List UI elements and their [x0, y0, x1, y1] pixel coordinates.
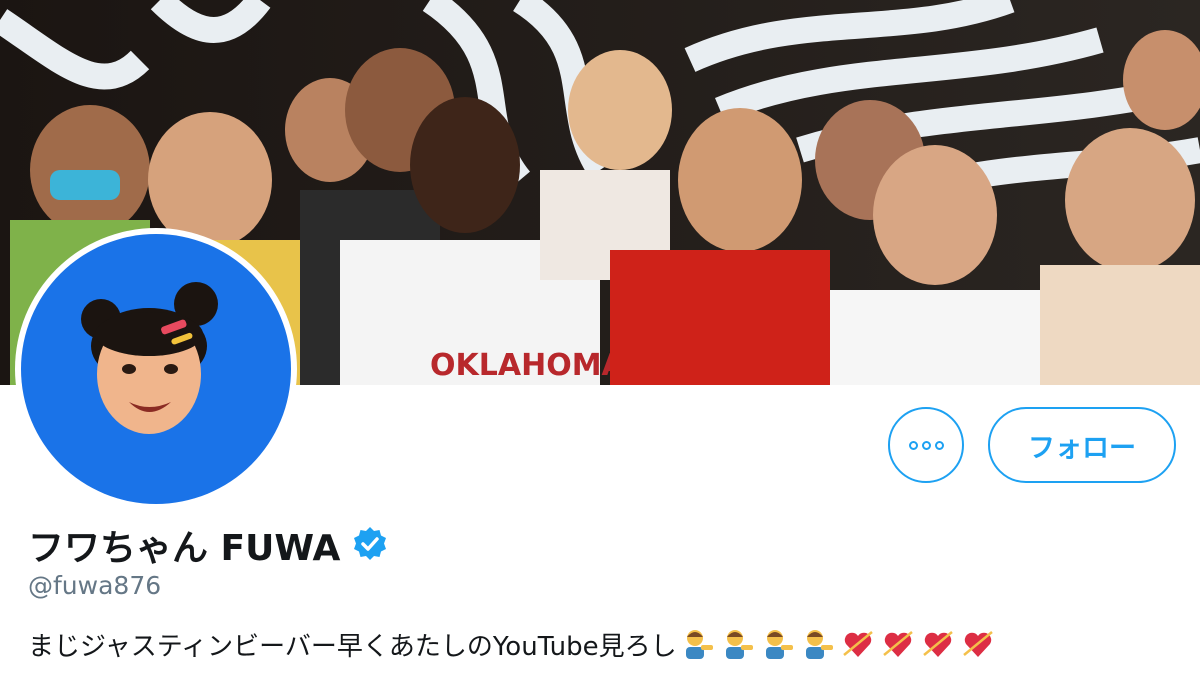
avatar-photo	[21, 234, 291, 504]
bio-emojis	[681, 627, 1001, 661]
svg-text:OKLAHOMA: OKLAHOMA	[430, 348, 626, 383]
bio-text: まじジャスティンビーバー早くあたしのYouTube見ろし	[28, 631, 677, 662]
more-options-icon	[907, 440, 946, 450]
verified-badge-icon	[354, 527, 387, 560]
person-tipping-hand-icon	[725, 630, 753, 659]
profile-name-row: フワちゃん FUWA	[28, 520, 390, 570]
person-tipping-hand-icon	[685, 630, 713, 659]
follow-button[interactable]: フォロー	[988, 407, 1176, 483]
person-tipping-hand-icon	[765, 630, 793, 659]
person-tipping-hand-icon	[805, 630, 833, 659]
heart-with-arrow-icon	[922, 631, 953, 657]
profile-avatar[interactable]	[15, 228, 297, 510]
display-name: フワちゃん FUWA	[28, 528, 341, 569]
more-options-button[interactable]	[888, 407, 964, 483]
profile-handle: @fuwa876	[28, 571, 162, 600]
heart-with-arrow-icon	[882, 631, 913, 657]
heart-with-arrow-icon	[962, 631, 993, 657]
heart-with-arrow-icon	[842, 631, 873, 657]
follow-button-label: フォロー	[1028, 432, 1136, 464]
profile-bio: まじジャスティンビーバー早くあたしのYouTube見ろし	[28, 622, 1001, 666]
